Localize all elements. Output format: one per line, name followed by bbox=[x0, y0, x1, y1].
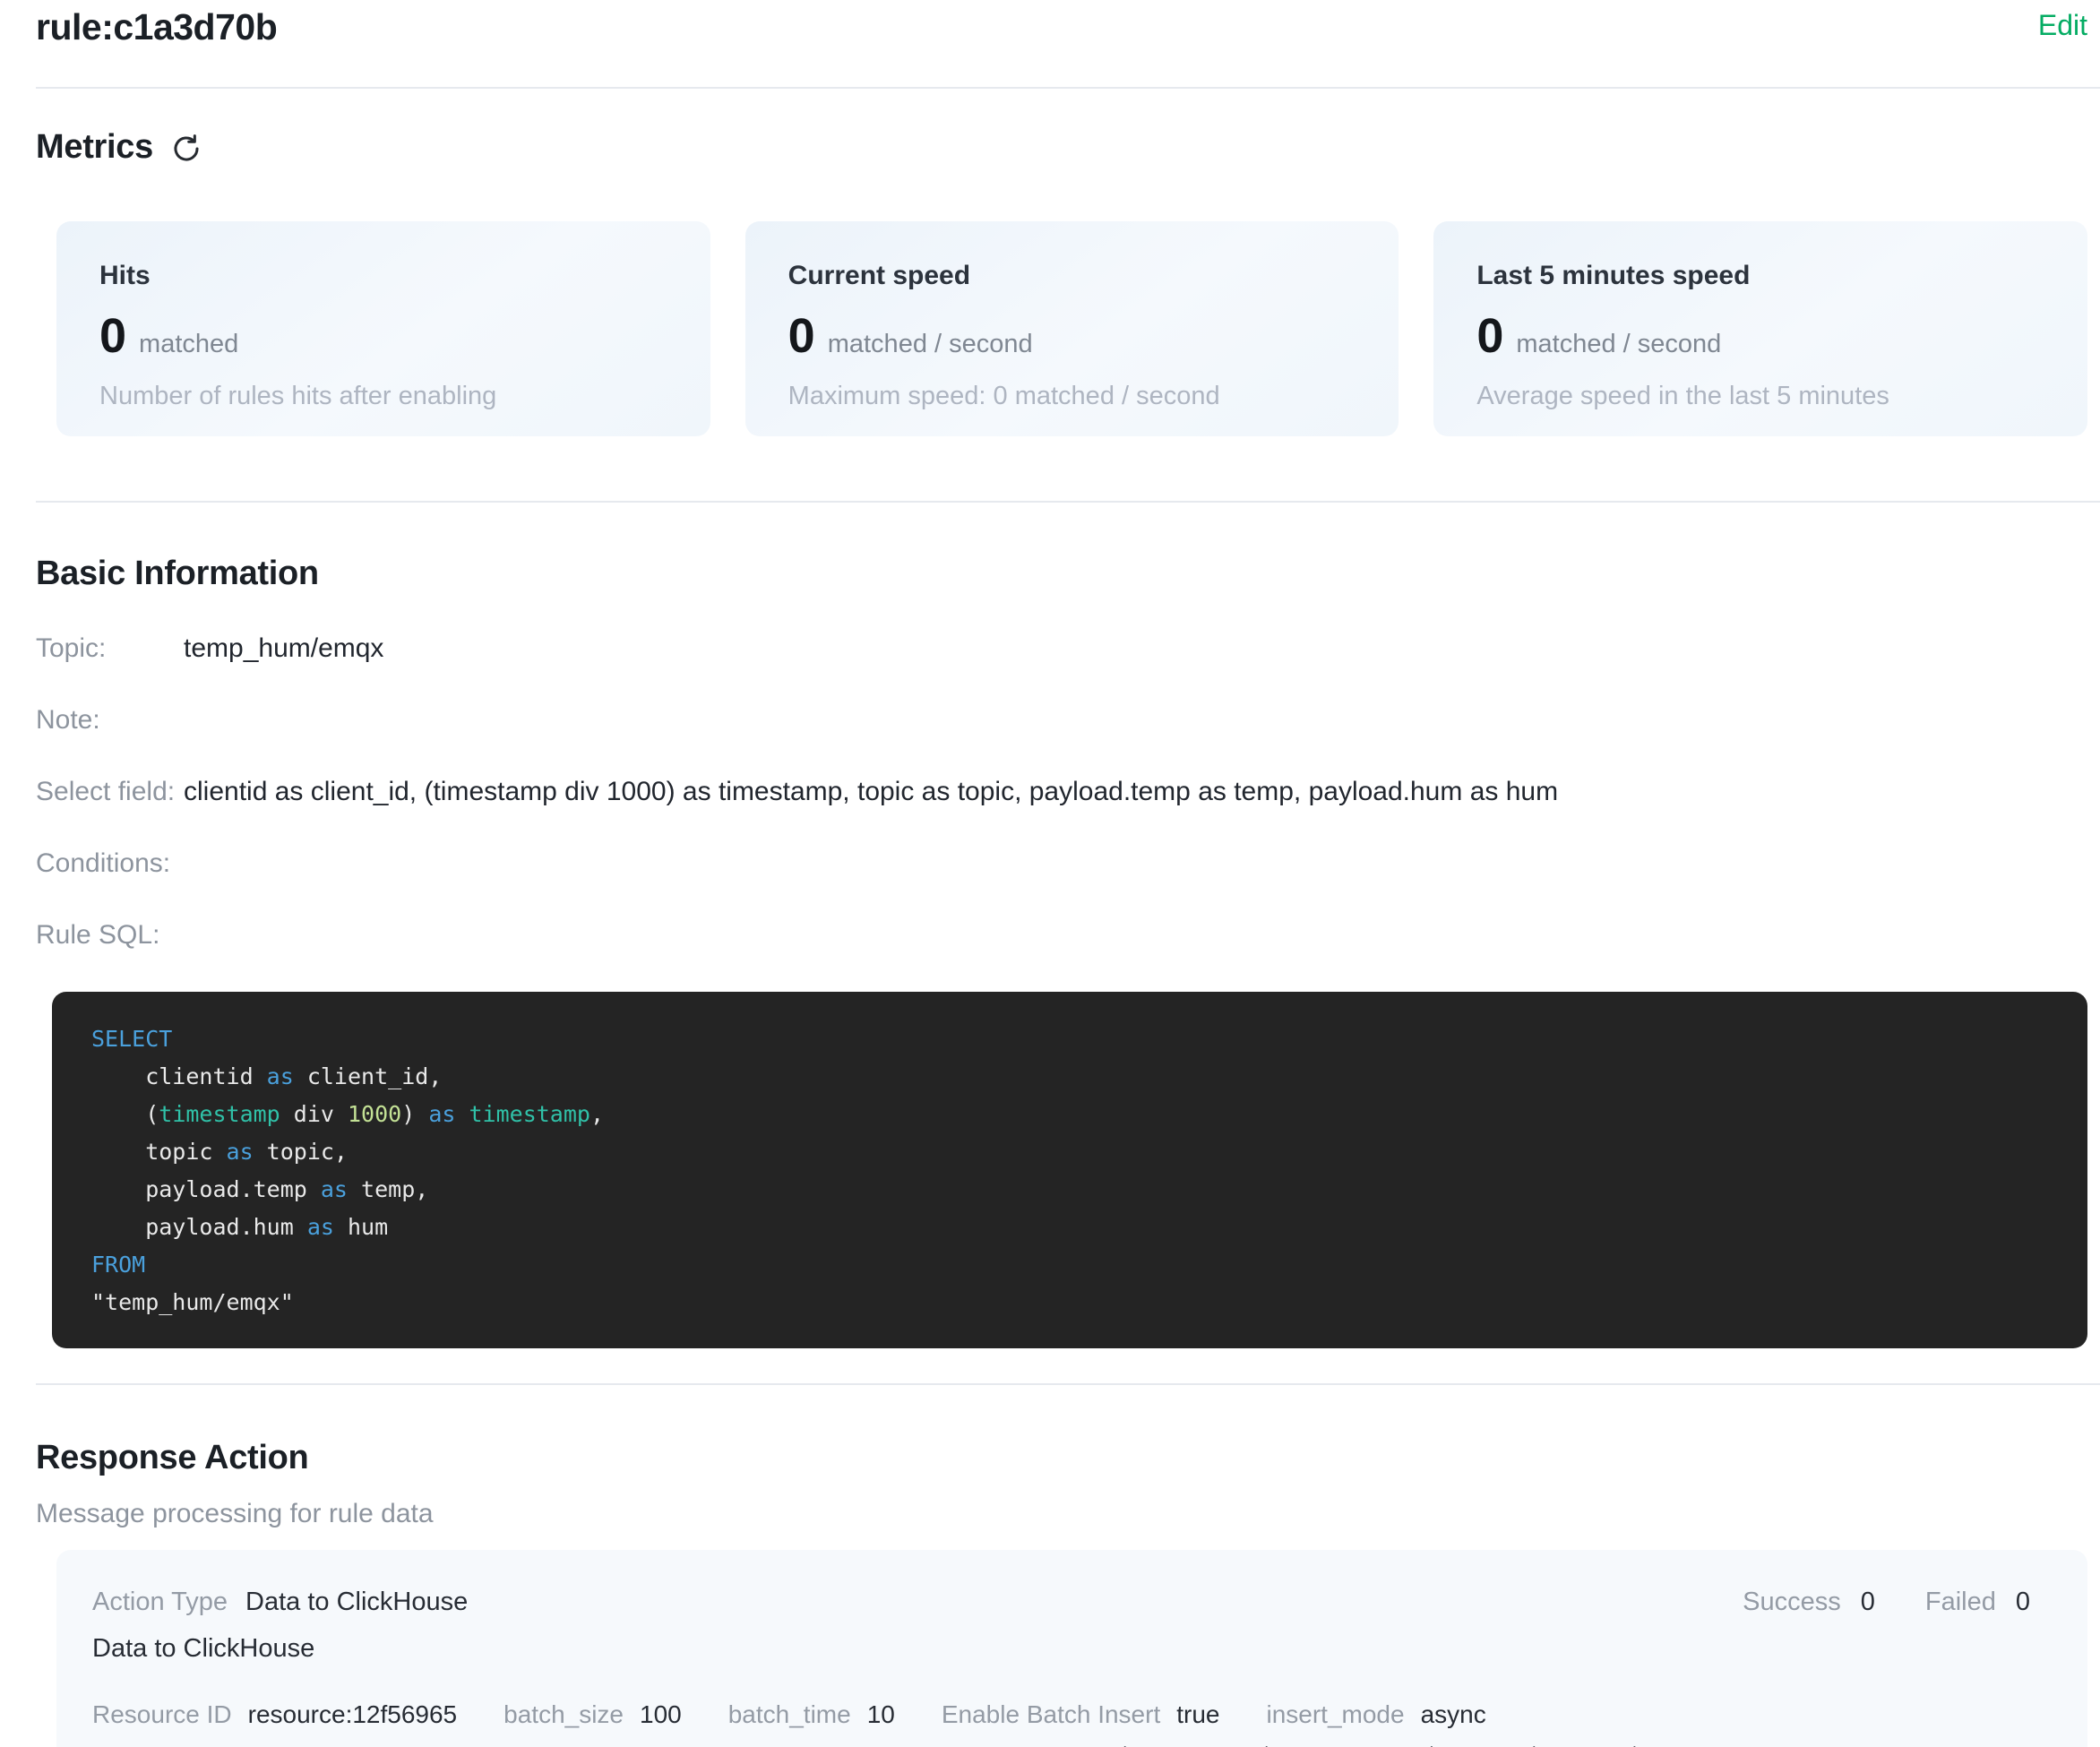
info-value: temp_hum/emqx bbox=[184, 633, 383, 664]
detail-value: async bbox=[1421, 1700, 1486, 1730]
metric-card-title: Current speed bbox=[788, 261, 1356, 291]
info-row-conditions: Conditions: bbox=[36, 848, 2087, 879]
rule-sql-block: SELECT clientid as client_id, (timestamp… bbox=[52, 992, 2087, 1348]
action-detail-pair: sync_timeout 5000 bbox=[1762, 1742, 1982, 1747]
metric-value: 0 bbox=[788, 311, 815, 361]
failed-counter: Failed 0 bbox=[1925, 1588, 2030, 1617]
metric-value: 0 bbox=[99, 311, 126, 361]
info-value: clientid as client_id, (timestamp div 10… bbox=[184, 777, 1558, 807]
refresh-icon[interactable] bbox=[169, 132, 203, 166]
info-label: Note: bbox=[36, 705, 184, 736]
info-label: Select field: bbox=[36, 777, 184, 807]
action-counters: Success 0 Failed 0 bbox=[1743, 1588, 2030, 1617]
detail-label: Resource ID bbox=[92, 1700, 232, 1730]
detail-value: true bbox=[1176, 1700, 1219, 1730]
detail-label: batch_time bbox=[728, 1700, 851, 1730]
success-value: 0 bbox=[1861, 1588, 1875, 1617]
metric-card-hits: Hits 0 matched Number of rules hits afte… bbox=[56, 221, 710, 436]
response-action-subtitle: Message processing for rule data bbox=[36, 1498, 2087, 1530]
response-action-heading: Response Action bbox=[36, 1437, 2087, 1478]
info-label: Conditions: bbox=[36, 848, 184, 879]
rule-detail-page: rule:c1a3d70b Edit Metrics Hits 0 matche… bbox=[0, 0, 2100, 1747]
metric-value: 0 bbox=[1476, 311, 1503, 361]
metric-unit: matched / second bbox=[1516, 330, 1721, 359]
info-row-select-field: Select field: clientid as client_id, (ti… bbox=[36, 777, 2087, 807]
info-label: Topic: bbox=[36, 633, 184, 664]
metric-description: Number of rules hits after enabling bbox=[99, 381, 667, 411]
metric-description: Maximum speed: 0 matched / second bbox=[788, 381, 1356, 411]
action-detail-pair: SQL Template INSERT INTO temp_hum (client… bbox=[92, 1742, 1716, 1747]
divider bbox=[36, 1383, 2100, 1385]
metric-card-current-speed: Current speed 0 matched / second Maximum… bbox=[745, 221, 1399, 436]
info-row-note: Note: bbox=[36, 705, 2087, 736]
page-title: rule:c1a3d70b bbox=[36, 5, 277, 48]
detail-label: batch_size bbox=[503, 1700, 624, 1730]
metric-cards-row: Hits 0 matched Number of rules hits afte… bbox=[56, 221, 2087, 436]
metric-description: Average speed in the last 5 minutes bbox=[1476, 381, 2044, 411]
detail-label: insert_mode bbox=[1266, 1700, 1404, 1730]
page-header: rule:c1a3d70b Edit bbox=[36, 5, 2087, 48]
action-head-row: Action Type Data to ClickHouse Success 0… bbox=[92, 1588, 2048, 1617]
edit-link[interactable]: Edit bbox=[2038, 7, 2087, 43]
divider bbox=[36, 87, 2100, 89]
failed-value: 0 bbox=[2016, 1588, 2030, 1617]
response-action-card: Action Type Data to ClickHouse Success 0… bbox=[56, 1550, 2087, 1747]
success-label: Success bbox=[1743, 1588, 1841, 1617]
detail-value: INSERT INTO temp_hum (client_id, timesta… bbox=[266, 1742, 1716, 1747]
info-label: Rule SQL: bbox=[36, 920, 184, 951]
action-type: Action Type Data to ClickHouse bbox=[92, 1588, 468, 1617]
info-row-rule-sql: Rule SQL: bbox=[36, 920, 2087, 951]
action-type-value: Data to ClickHouse bbox=[245, 1588, 468, 1617]
action-detail-pair: batch_time 10 bbox=[728, 1700, 895, 1730]
detail-value: 100 bbox=[640, 1700, 682, 1730]
action-detail-row: Resource ID resource:12f56965 batch_size 10… bbox=[92, 1700, 2048, 1730]
metric-value-row: 0 matched bbox=[99, 311, 667, 361]
detail-value: resource:12f56965 bbox=[248, 1700, 458, 1730]
action-detail-pair: insert_mode async bbox=[1266, 1700, 1485, 1730]
metric-card-last-5-minutes-speed: Last 5 minutes speed 0 matched / second … bbox=[1433, 221, 2087, 436]
metric-unit: matched bbox=[139, 330, 238, 359]
basic-information-heading: Basic Information bbox=[36, 553, 2087, 594]
action-type-label: Action Type bbox=[92, 1588, 228, 1617]
metric-card-title: Last 5 minutes speed bbox=[1476, 261, 2044, 291]
detail-value: 5000 bbox=[1926, 1742, 1982, 1747]
action-detail-pair: Enable Batch Insert true bbox=[942, 1700, 1220, 1730]
action-detail-pair: Resource ID resource:12f56965 bbox=[92, 1700, 457, 1730]
metric-card-title: Hits bbox=[99, 261, 667, 291]
action-detail-rows: Resource ID resource:12f56965 batch_size 10… bbox=[92, 1700, 2048, 1747]
divider bbox=[36, 501, 2100, 503]
metric-unit: matched / second bbox=[828, 330, 1033, 359]
metrics-heading: Metrics bbox=[36, 126, 153, 168]
rule-sql-code: SELECT clientid as client_id, (timestamp… bbox=[91, 1020, 2052, 1321]
metrics-section-header: Metrics bbox=[36, 126, 2087, 168]
metric-value-row: 0 matched / second bbox=[788, 311, 1356, 361]
detail-label: Enable Batch Insert bbox=[942, 1700, 1160, 1730]
detail-value: 10 bbox=[867, 1700, 895, 1730]
metric-value-row: 0 matched / second bbox=[1476, 311, 2044, 361]
action-detail-row: SQL Template INSERT INTO temp_hum (client… bbox=[92, 1742, 2048, 1747]
success-counter: Success 0 bbox=[1743, 1588, 1875, 1617]
detail-label: SQL Template bbox=[92, 1742, 250, 1747]
action-name[interactable]: Data to ClickHouse bbox=[92, 1633, 2048, 1664]
info-row-topic: Topic: temp_hum/emqx bbox=[36, 633, 2087, 664]
failed-label: Failed bbox=[1925, 1588, 1996, 1617]
detail-label: sync_timeout bbox=[1762, 1742, 1910, 1747]
basic-information-rows: Topic: temp_hum/emqx Note: Select field:… bbox=[36, 633, 2087, 951]
action-detail-pair: batch_size 100 bbox=[503, 1700, 682, 1730]
